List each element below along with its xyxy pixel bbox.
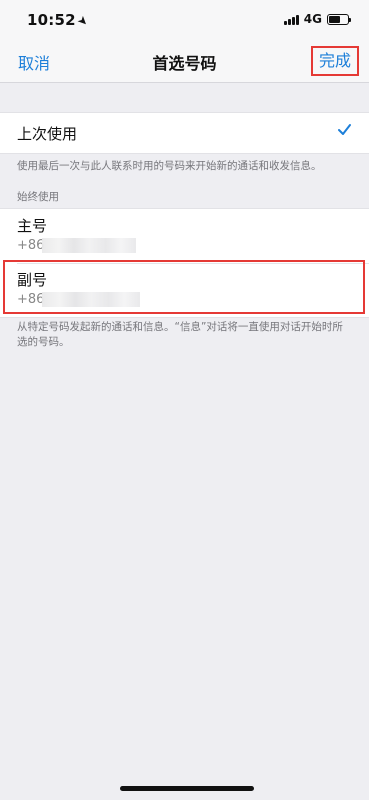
network-label: 4G (303, 12, 322, 26)
always-use-section-label: 始终使用 (17, 191, 59, 203)
status-bar: 10:52➤ 4G (0, 0, 369, 38)
number-mosaic (42, 238, 136, 253)
status-time: 10:52➤ (27, 11, 92, 30)
line-number: +86 (17, 238, 45, 253)
last-used-footnote: 使用最后一次与此人联系时用的号码来开始新的通话和收发信息。 (17, 160, 322, 172)
line-number: +86 (17, 292, 45, 307)
number-list: 主号 +86 副号 +86 (0, 208, 369, 318)
line-name: 主号 (17, 217, 48, 235)
battery-icon (327, 13, 351, 25)
done-button[interactable]: 完成 (310, 46, 359, 76)
line-item-primary[interactable]: 主号 +86 (0, 209, 369, 264)
battery-fill (329, 15, 340, 23)
location-arrow-icon: ➤ (74, 12, 92, 30)
signal-bars-icon (283, 14, 299, 25)
number-mosaic (42, 292, 140, 307)
checkmark-icon (338, 124, 351, 135)
line-item-secondary[interactable]: 副号 +86 (0, 263, 369, 317)
last-used-label: 上次使用 (17, 125, 78, 143)
always-use-footnote: 从特定号码发起新的通话和信息。“信息”对话将一直使用对话开始时所选的号码。 (17, 321, 343, 348)
clock-text: 10:52 (27, 11, 76, 29)
status-indicators: 4G (283, 12, 351, 26)
line-name: 副号 (17, 271, 48, 289)
navigation-bar: 取消 首选号码 完成 (0, 38, 369, 83)
home-indicator[interactable] (120, 786, 254, 791)
last-used-row[interactable]: 上次使用 (0, 112, 369, 154)
